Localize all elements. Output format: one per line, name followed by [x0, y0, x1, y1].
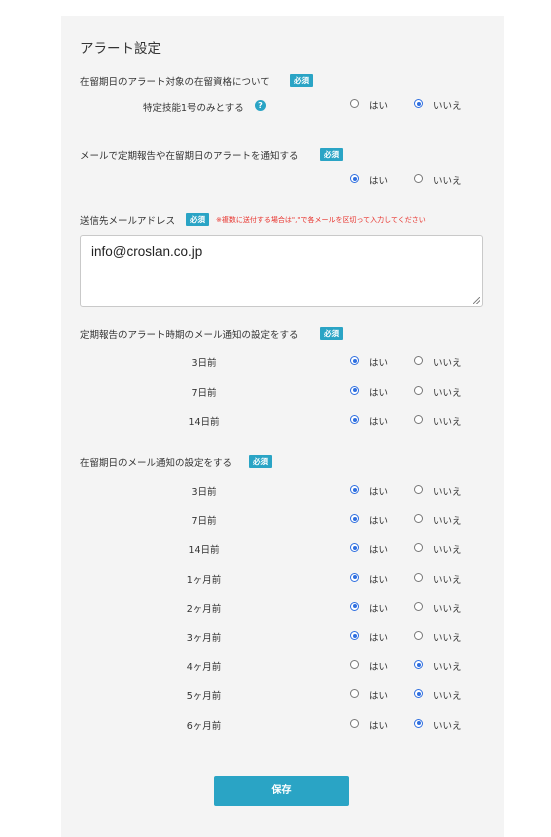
q2-label: メールで定期報告や在留期日のアラートを通知する: [80, 151, 299, 162]
q3-no-radio[interactable]: [414, 385, 423, 395]
q4-no-label: いいえ: [433, 662, 462, 674]
q4-yes-label: はい: [369, 603, 389, 615]
q4-no-radio[interactable]: [414, 718, 423, 728]
q3-yes-radio[interactable]: [350, 356, 359, 365]
q3-no-label: いいえ: [433, 417, 462, 428]
q4-no-label: いいえ: [433, 691, 462, 703]
q4-row-label: 4ヶ月前: [186, 662, 222, 674]
q2-yes-radio[interactable]: [350, 174, 359, 183]
q4-no-label: いいえ: [433, 603, 462, 615]
q1-no-label: いいえ: [433, 101, 462, 112]
q3-yes-radio[interactable]: [350, 385, 359, 395]
email-textarea[interactable]: info@croslan.co.jp: [80, 235, 483, 307]
q4-row-label: 5ヶ月前: [186, 691, 222, 703]
q4-yes-label: はい: [369, 545, 389, 557]
q2-yes-label: はい: [369, 176, 389, 187]
q3-no-radio[interactable]: [414, 356, 423, 365]
q4-yes-radio[interactable]: [350, 485, 359, 494]
required-badge: 必須: [290, 74, 313, 87]
q1-yes-radio[interactable]: [350, 99, 359, 108]
required-badge: 必須: [320, 327, 343, 340]
q4-yes-radio[interactable]: [350, 601, 359, 611]
q3-row-label: 7日前: [191, 387, 217, 399]
q4-no-radio[interactable]: [414, 485, 423, 494]
q4-label: 在留期日のメール通知の設定をする: [80, 458, 233, 469]
q4-no-label: いいえ: [433, 720, 462, 732]
q4-no-label: いいえ: [433, 633, 462, 644]
required-badge: 必須: [320, 148, 343, 161]
question-circle-icon[interactable]: ?: [255, 100, 266, 111]
q4-yes-label: はい: [369, 691, 389, 703]
q4-yes-label: はい: [369, 574, 389, 586]
q4-yes-radio[interactable]: [350, 631, 359, 640]
page-title: アラート設定: [80, 41, 161, 57]
q1-label: 在留期日のアラート対象の在留資格について: [80, 77, 270, 88]
q4-row-label: 1ヶ月前: [186, 574, 222, 586]
q4-row-label: 7日前: [191, 516, 217, 528]
q3-label: 定期報告のアラート時期のメール通知の設定をする: [80, 330, 299, 341]
q2-no-radio[interactable]: [414, 174, 423, 183]
resize-grip-icon[interactable]: [473, 297, 480, 304]
required-badge: 必須: [249, 455, 272, 468]
q4-yes-label: はい: [369, 516, 389, 528]
required-badge: 必須: [186, 213, 209, 226]
q2-no-label: いいえ: [433, 176, 462, 187]
q4-row-label: 14日前: [188, 545, 220, 557]
q4-yes-label: はい: [369, 633, 389, 644]
q3-yes-label: はい: [369, 358, 389, 369]
email-label: 送信先メールアドレス: [80, 216, 176, 227]
q4-no-radio[interactable]: [414, 572, 423, 582]
q3-yes-label: はい: [369, 417, 389, 428]
q4-row-label: 6ヶ月前: [186, 720, 222, 732]
q3-row-label: 14日前: [188, 417, 220, 428]
q4-yes-label: はい: [369, 487, 389, 498]
save-button[interactable]: 保存: [214, 776, 349, 806]
q4-yes-label: はい: [369, 662, 389, 674]
q4-no-label: いいえ: [433, 487, 462, 498]
q4-no-label: いいえ: [433, 574, 462, 586]
q4-no-label: いいえ: [433, 545, 462, 557]
q1-row-label: 特定技能1号のみとする: [143, 103, 244, 114]
q4-yes-radio[interactable]: [350, 572, 359, 582]
q4-no-radio[interactable]: [414, 601, 423, 611]
q4-row-label: 2ヶ月前: [186, 603, 222, 615]
q1-yes-label: はい: [369, 101, 389, 112]
q3-yes-label: はい: [369, 387, 389, 399]
q4-no-radio[interactable]: [414, 631, 423, 640]
q3-no-radio[interactable]: [414, 415, 423, 424]
q3-no-label: いいえ: [433, 387, 462, 399]
email-note: ※複数に送付する場合は","で各メールを区切って入力してください: [216, 216, 426, 224]
q4-yes-radio[interactable]: [350, 718, 359, 728]
q4-no-label: いいえ: [433, 516, 462, 528]
q1-no-radio[interactable]: [414, 99, 423, 108]
q3-no-label: いいえ: [433, 358, 462, 369]
q3-row-label: 3日前: [191, 358, 217, 369]
q4-row-label: 3日前: [191, 487, 217, 498]
q3-yes-radio[interactable]: [350, 415, 359, 424]
q4-row-label: 3ヶ月前: [186, 633, 222, 644]
q4-yes-label: はい: [369, 720, 389, 732]
email-value: info@croslan.co.jp: [91, 244, 203, 259]
